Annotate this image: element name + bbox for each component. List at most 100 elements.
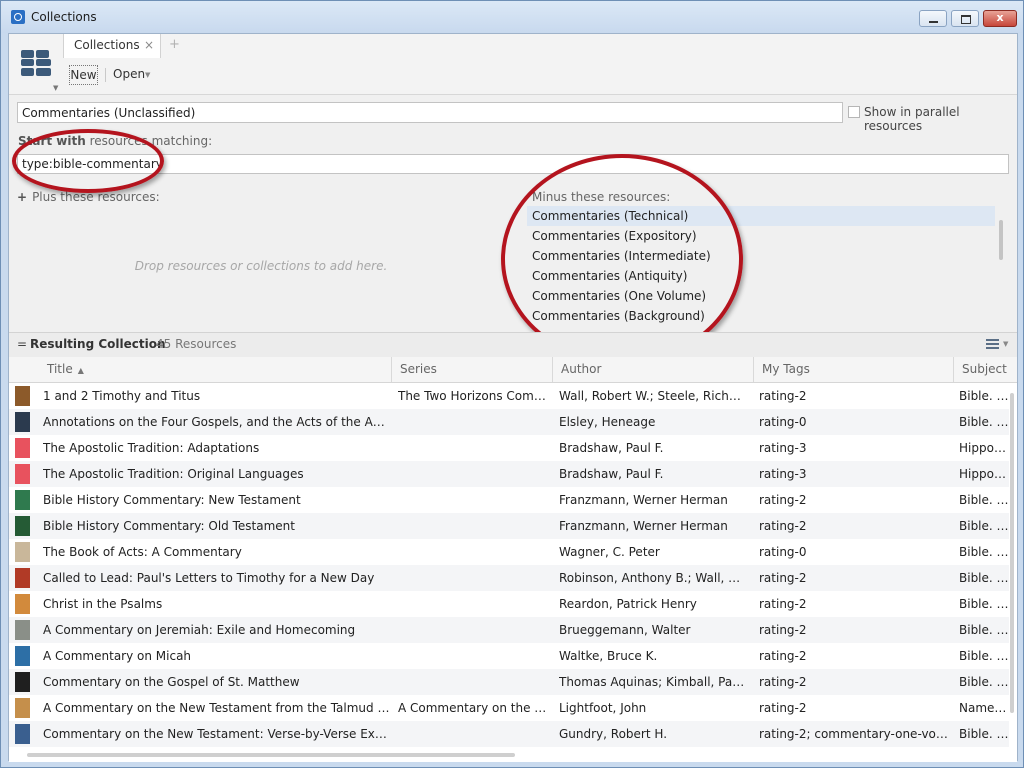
cell-title: A Commentary on the New Testament from t…	[43, 701, 391, 715]
cell-series	[398, 539, 548, 565]
cell-series	[398, 435, 548, 461]
cell-title: Commentary on the Gospel of St. Matthew	[43, 675, 300, 689]
cell-author: Franzmann, Werner Herman	[559, 493, 728, 507]
table-row[interactable]: Bible History Commentary: Old Testament F…	[9, 513, 1009, 539]
tab-collections[interactable]: Collections ×	[63, 34, 161, 58]
close-window-button[interactable]: x	[983, 10, 1017, 27]
cell-tags: rating-0	[759, 545, 807, 559]
cell-tags: rating-2	[759, 389, 807, 403]
cell-title: Bible History Commentary: New Testament	[43, 493, 301, 507]
cell-subject: Hippoly…	[959, 441, 1009, 455]
cell-tags: rating-2	[759, 623, 807, 637]
tab-close-icon[interactable]: ×	[144, 38, 154, 52]
table-row[interactable]: The Apostolic Tradition: Adaptations Brad…	[9, 435, 1009, 461]
cell-title: Called to Lead: Paul's Letters to Timoth…	[43, 571, 375, 585]
cell-series: The Two Horizons Comm…	[398, 389, 548, 403]
collection-name-input[interactable]	[17, 102, 843, 123]
cell-tags: rating-2	[759, 675, 807, 689]
table-row[interactable]: Bible History Commentary: New Testament F…	[9, 487, 1009, 513]
maximize-button[interactable]	[951, 10, 979, 27]
rule-query-input[interactable]	[17, 154, 1009, 174]
cell-tags: rating-3	[759, 467, 807, 481]
cell-series	[398, 461, 548, 487]
cell-subject: Bible. O…	[959, 519, 1009, 533]
add-tab-icon[interactable]: +	[169, 37, 180, 52]
table-row[interactable]: Annotations on the Four Gospels, and the…	[9, 409, 1009, 435]
book-cover-thumbnail	[15, 698, 30, 718]
panel-header: ▼ Collections × + New Open ▼	[9, 34, 1017, 95]
table-row[interactable]: Called to Lead: Paul's Letters to Timoth…	[9, 565, 1009, 591]
book-cover-thumbnail	[15, 464, 30, 484]
cell-subject: Bible. N…	[959, 545, 1009, 559]
cell-author: Brueggemann, Walter	[559, 623, 691, 637]
table-row[interactable]: Christ in the Psalms Reardon, Patrick Hen…	[9, 591, 1009, 617]
cell-title: The Book of Acts: A Commentary	[43, 545, 242, 559]
cell-author: Waltke, Bruce K.	[559, 649, 658, 663]
cell-title: Christ in the Psalms	[43, 597, 163, 611]
table-row[interactable]: The Apostolic Tradition: Original Langua…	[9, 461, 1009, 487]
table-row[interactable]: The Book of Acts: A Commentary Wagner, C.…	[9, 539, 1009, 565]
view-options-icon[interactable]	[986, 339, 999, 350]
column-title-label: Title	[47, 362, 73, 376]
open-button[interactable]: Open	[113, 67, 145, 81]
cell-author: Gundry, Robert H.	[559, 727, 668, 741]
cell-series	[398, 409, 548, 435]
vertical-scrollbar[interactable]	[1009, 383, 1015, 762]
table-row[interactable]: A Commentary on Micah Waltke, Bruce K. rat…	[9, 643, 1009, 669]
column-subject[interactable]: Subject	[954, 357, 1017, 382]
cell-subject: Bible. O…	[959, 623, 1009, 637]
panel-menu-caret-icon[interactable]: ▼	[53, 84, 58, 92]
cell-tags: rating-2	[759, 649, 807, 663]
cell-subject: Bible. O…	[959, 649, 1009, 663]
cell-subject: Bible. N…	[959, 493, 1009, 507]
table-row[interactable]: Commentary on the New Testament: Verse-b…	[9, 721, 1009, 747]
horizontal-scroll-thumb[interactable]	[27, 753, 515, 757]
cell-author: Thomas Aquinas; Kimball, Paul M.	[559, 675, 747, 689]
cell-series	[398, 617, 548, 643]
book-cover-thumbnail	[15, 490, 30, 510]
table-row[interactable]: 1 and 2 Timothy and Titus The Two Horizon…	[9, 383, 1009, 409]
column-series[interactable]: Series	[392, 357, 553, 382]
column-title[interactable]: Title ▲	[9, 357, 392, 382]
cell-series	[398, 643, 548, 669]
table-row[interactable]: A Commentary on the New Testament from t…	[9, 695, 1009, 721]
resource-table: Title ▲ Series Author My Tags Subject 1 a…	[9, 357, 1017, 762]
view-options-caret-icon[interactable]: ▼	[1003, 340, 1008, 348]
cell-tags: rating-2	[759, 519, 807, 533]
table-row[interactable]: A Commentary on Jeremiah: Exile and Home…	[9, 617, 1009, 643]
table-body: 1 and 2 Timothy and Titus The Two Horizon…	[9, 383, 1009, 747]
cell-author: Lightfoot, John	[559, 701, 647, 715]
minus-list-scrollbar[interactable]	[999, 220, 1003, 260]
cell-subject: Bible. N…	[959, 389, 1009, 403]
cell-title: 1 and 2 Timothy and Titus	[43, 389, 201, 403]
cell-title: A Commentary on Jeremiah: Exile and Home…	[43, 623, 356, 637]
cell-title: Annotations on the Four Gospels, and the…	[43, 415, 391, 429]
sort-ascending-icon: ▲	[77, 366, 84, 375]
column-author[interactable]: Author	[553, 357, 754, 382]
title-bar[interactable]: Collections x	[1, 1, 1023, 33]
new-button[interactable]: New	[69, 65, 98, 85]
collections-panel-icon[interactable]	[19, 48, 53, 78]
vertical-scroll-thumb[interactable]	[1010, 393, 1014, 713]
cell-title: The Apostolic Tradition: Original Langua…	[43, 467, 304, 481]
column-my-tags[interactable]: My Tags	[754, 357, 954, 382]
resulting-collection-title: Resulting Collection	[30, 337, 166, 351]
table-row[interactable]: Commentary on the Gospel of St. Matthew T…	[9, 669, 1009, 695]
cell-title: The Apostolic Tradition: Adaptations	[43, 441, 260, 455]
open-dropdown-icon[interactable]: ▼	[145, 71, 150, 79]
app-icon	[11, 10, 25, 24]
cell-author: Franzmann, Werner Herman	[559, 519, 728, 533]
book-cover-thumbnail	[15, 672, 30, 692]
plus-expand-icon[interactable]: +	[17, 190, 27, 204]
cell-series	[398, 513, 548, 539]
cell-author: Bradshaw, Paul F.	[559, 467, 664, 481]
show-in-parallel-label: Show in parallel resources	[864, 105, 960, 133]
drop-zone-hint[interactable]: Drop resources or collections to add her…	[9, 259, 513, 273]
resource-count: 45 Resources	[156, 337, 237, 351]
cell-tags: rating-0	[759, 415, 807, 429]
book-cover-thumbnail	[15, 386, 30, 406]
cell-tags: rating-2	[759, 597, 807, 611]
show-in-parallel-checkbox[interactable]	[848, 106, 860, 118]
cell-author: Elsley, Heneage	[559, 415, 656, 429]
minimize-button[interactable]	[919, 10, 947, 27]
